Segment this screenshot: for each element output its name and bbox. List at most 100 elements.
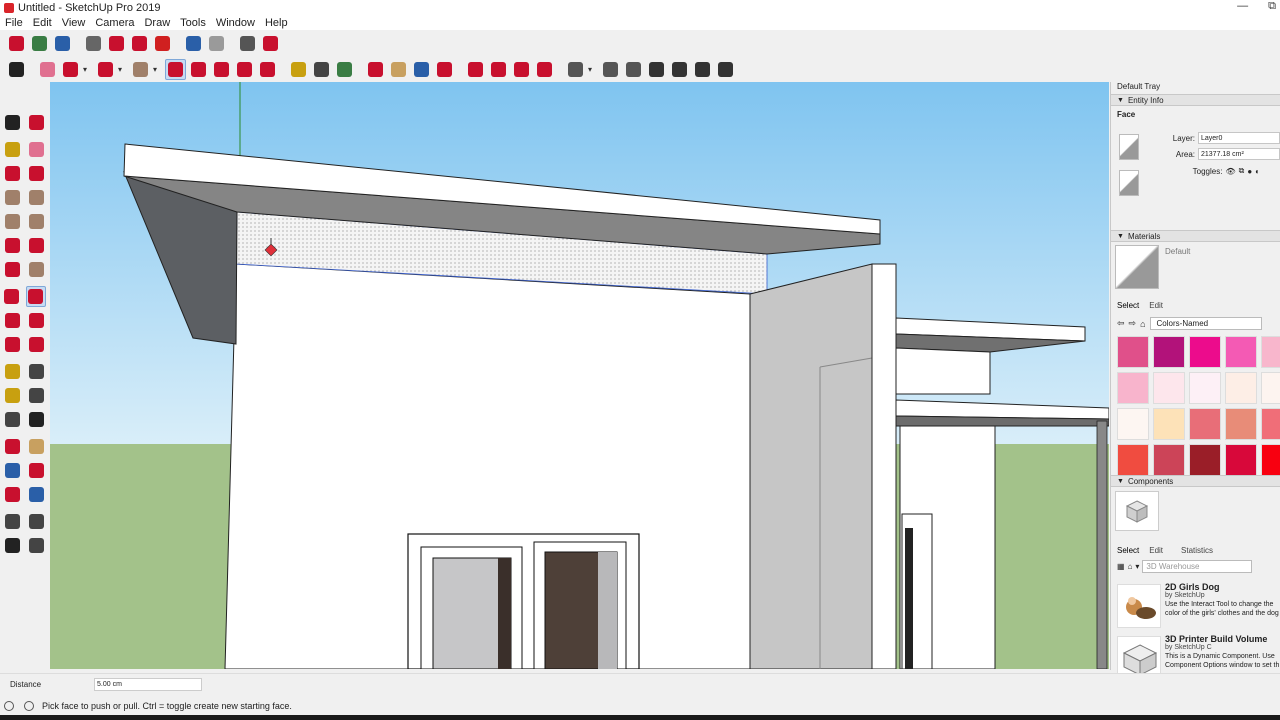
home-icon[interactable]: ⌂ bbox=[1128, 562, 1133, 571]
dropdown-caret-icon[interactable]: ▾ bbox=[83, 65, 91, 74]
rotate-tool-button[interactable] bbox=[2, 310, 22, 331]
text-tool-button[interactable] bbox=[311, 59, 332, 80]
view-options-icon[interactable]: ▦ bbox=[1117, 562, 1125, 571]
materials-tab-edit[interactable]: Edit bbox=[1149, 301, 1163, 310]
material-library-select[interactable]: Colors-Named bbox=[1149, 317, 1262, 330]
instructor-info-icon[interactable] bbox=[24, 701, 34, 711]
tape-measure-tool-button[interactable] bbox=[2, 361, 22, 382]
menu-camera[interactable]: Camera bbox=[90, 16, 139, 30]
copy-tool-button[interactable] bbox=[106, 33, 127, 54]
restore-button[interactable]: ⧉ bbox=[1268, 0, 1276, 13]
paste-tool-button[interactable] bbox=[129, 33, 150, 54]
walk-tool-button[interactable] bbox=[2, 535, 22, 556]
material-swatch[interactable] bbox=[1189, 444, 1221, 476]
components-header[interactable]: ▼ Components bbox=[1111, 475, 1280, 487]
material-swatch[interactable] bbox=[1153, 336, 1185, 368]
right-view-tool-button[interactable] bbox=[669, 59, 690, 80]
orbit-tool-button[interactable] bbox=[2, 436, 22, 457]
component-2-tool-button[interactable] bbox=[488, 59, 509, 80]
save-tool-button[interactable] bbox=[52, 33, 73, 54]
material-swatch[interactable] bbox=[1225, 336, 1257, 368]
materials-header[interactable]: ▼ Materials bbox=[1111, 230, 1280, 242]
pan-tool-button[interactable] bbox=[388, 59, 409, 80]
material-swatch[interactable] bbox=[1189, 408, 1221, 440]
rotate-tool-button[interactable] bbox=[234, 59, 255, 80]
position-camera-tool-button[interactable] bbox=[2, 511, 22, 532]
dropdown-caret-icon[interactable]: ▾ bbox=[1135, 562, 1139, 571]
cast-shadows-icon[interactable]: ● bbox=[1247, 167, 1252, 176]
material-swatch[interactable] bbox=[1261, 336, 1280, 368]
push-pull-tool-button[interactable] bbox=[165, 58, 186, 80]
eraser-tool-button[interactable] bbox=[37, 59, 58, 80]
protractor-tool-button[interactable] bbox=[2, 385, 22, 406]
material-swatch[interactable] bbox=[1225, 444, 1257, 476]
rotated-rectangle-tool-button[interactable] bbox=[26, 187, 46, 208]
orbit-tool-button[interactable] bbox=[365, 59, 386, 80]
zoom-window-tool-button[interactable] bbox=[26, 460, 46, 481]
model-info-tool-button[interactable] bbox=[260, 33, 281, 54]
follow-me-tool-button[interactable] bbox=[26, 310, 46, 331]
components-tab-edit[interactable]: Edit bbox=[1149, 546, 1163, 555]
zoom-extents-tool-button[interactable] bbox=[2, 484, 22, 505]
line-pencil-tool-button[interactable] bbox=[60, 59, 81, 80]
menu-help[interactable]: Help bbox=[260, 16, 293, 30]
measurements-input[interactable]: 5.00 cm bbox=[94, 678, 202, 691]
previous-view-tool-button[interactable] bbox=[26, 484, 46, 505]
paint-bucket-tool-button[interactable] bbox=[2, 139, 22, 160]
front-face-material-swatch[interactable] bbox=[1119, 134, 1139, 160]
dynamic-component-tool-button[interactable] bbox=[511, 59, 532, 80]
materials-tab-select[interactable]: Select bbox=[1117, 301, 1139, 310]
offset-tool-button[interactable] bbox=[26, 334, 46, 355]
arc-tool-button[interactable] bbox=[2, 235, 22, 256]
tape-measure-tool-button[interactable] bbox=[288, 59, 309, 80]
material-swatch[interactable] bbox=[1153, 444, 1185, 476]
menu-file[interactable]: File bbox=[0, 16, 28, 30]
polygon-tool-button[interactable] bbox=[26, 211, 46, 232]
push-pull-tool-button[interactable] bbox=[25, 286, 46, 307]
scale-tool-button[interactable] bbox=[257, 59, 278, 80]
receive-shadows-icon[interactable]: ⧉ bbox=[1239, 166, 1245, 176]
iso-view-tool-button[interactable] bbox=[600, 59, 621, 80]
3d-text-tool-button[interactable] bbox=[26, 409, 46, 430]
axes-tool-button[interactable] bbox=[2, 409, 22, 430]
select-tool-button[interactable] bbox=[2, 112, 22, 133]
pan-tool-button[interactable] bbox=[26, 436, 46, 457]
material-swatch[interactable] bbox=[1225, 372, 1257, 404]
3d-warehouse-tool-button[interactable] bbox=[6, 33, 27, 54]
components-tab-select[interactable]: Select bbox=[1117, 546, 1139, 555]
material-swatch[interactable] bbox=[1261, 408, 1280, 440]
line-tool-button[interactable] bbox=[2, 163, 22, 184]
cut-tool-button[interactable] bbox=[83, 33, 104, 54]
home-icon[interactable]: ⌂ bbox=[1140, 319, 1145, 329]
pie-tool-button[interactable] bbox=[26, 259, 46, 280]
dimension-tool-button[interactable] bbox=[26, 361, 46, 382]
ruby-tool-button[interactable] bbox=[534, 59, 555, 80]
make-component-tool-button[interactable] bbox=[26, 112, 46, 133]
components-search-input[interactable]: 3D Warehouse bbox=[1142, 560, 1253, 573]
erase-tool-button[interactable] bbox=[152, 33, 173, 54]
modeling-viewport[interactable] bbox=[50, 82, 1109, 669]
back-face-material-swatch[interactable] bbox=[1119, 170, 1139, 196]
print-tool-button[interactable] bbox=[237, 33, 258, 54]
top-view-tool-button[interactable] bbox=[623, 59, 644, 80]
dropdown-caret-icon[interactable]: ▾ bbox=[153, 65, 161, 74]
material-swatch[interactable] bbox=[1117, 408, 1149, 440]
forward-arrow-icon[interactable]: ⇨ bbox=[1129, 318, 1137, 329]
two-point-arc-tool-button[interactable] bbox=[26, 235, 46, 256]
menu-draw[interactable]: Draw bbox=[139, 16, 175, 30]
material-swatch[interactable] bbox=[1189, 336, 1221, 368]
three-point-arc-tool-button[interactable] bbox=[2, 259, 22, 280]
paint-bucket-tool-button[interactable] bbox=[334, 59, 355, 80]
material-swatch[interactable] bbox=[1153, 372, 1185, 404]
redo-tool-button[interactable] bbox=[206, 33, 227, 54]
zoom-extents-tool-button[interactable] bbox=[434, 59, 455, 80]
entity-info-header[interactable]: ▼ Entity Info bbox=[1111, 94, 1280, 106]
arc-tool-button[interactable] bbox=[95, 59, 116, 80]
dropdown-caret-icon[interactable]: ▾ bbox=[588, 65, 596, 74]
look-around-tool-button[interactable] bbox=[26, 511, 46, 532]
layer-select[interactable]: Layer0 bbox=[1198, 132, 1280, 144]
move-tool-button[interactable] bbox=[211, 59, 232, 80]
material-swatch[interactable] bbox=[1117, 336, 1149, 368]
left-view-tool-button[interactable] bbox=[715, 59, 736, 80]
eraser-tool-button[interactable] bbox=[26, 139, 46, 160]
